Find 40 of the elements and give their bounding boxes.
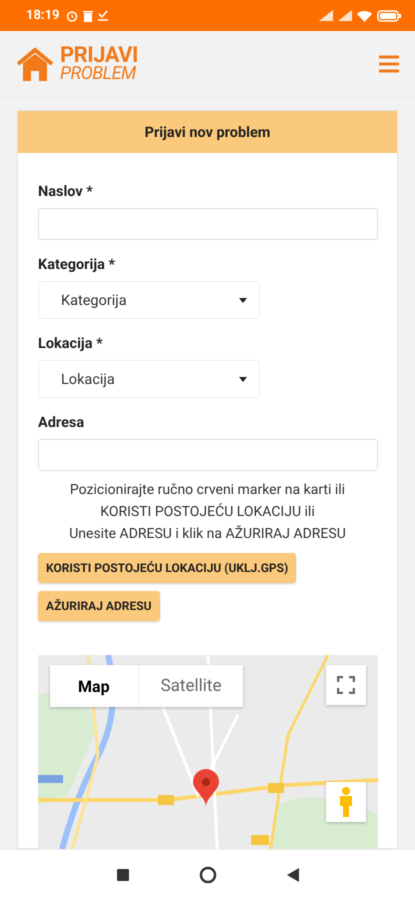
dropdown[interactable]: Lokacija bbox=[38, 360, 260, 398]
circle-icon bbox=[198, 866, 216, 884]
instruction-text: Pozicionirajte ručno crveni marker na karti ili bbox=[68, 481, 346, 500]
input-field[interactable] bbox=[38, 439, 378, 471]
action-button[interactable]: KORISTI POSTOJEĆU LOKACIJU (UKLJ.GPS) bbox=[38, 553, 296, 583]
instruction-text: KORISTI POSTOJEĆU LOKACIJU ili bbox=[99, 502, 316, 522]
caret-icon bbox=[239, 298, 247, 302]
map-type-tab[interactable]: Map bbox=[50, 665, 139, 707]
fullscreen-button[interactable] bbox=[326, 665, 366, 705]
trash-icon bbox=[82, 10, 92, 22]
back-button[interactable] bbox=[286, 868, 298, 882]
action-button[interactable]: AŽURIRAJ ADRESU bbox=[38, 591, 160, 621]
map-marker-icon bbox=[193, 769, 219, 807]
instruction-text: Unesite ADRESU i klik na AŽURIRAJ ADRESU bbox=[68, 524, 347, 544]
download-icon bbox=[98, 10, 108, 21]
field-label: Adresa bbox=[38, 414, 86, 431]
dropdown[interactable]: Kategorija bbox=[38, 281, 260, 319]
person-icon bbox=[337, 787, 355, 817]
menu-icon bbox=[379, 55, 399, 73]
signal-icon bbox=[319, 10, 333, 21]
map-type-tab[interactable]: Satellite bbox=[138, 665, 244, 707]
logo-title: PRIJAVI bbox=[60, 46, 138, 66]
logo-subtitle: PROBLEM bbox=[60, 66, 137, 82]
field-label: Kategorija * bbox=[38, 256, 116, 273]
home-button[interactable] bbox=[198, 866, 216, 884]
house-icon bbox=[16, 46, 54, 81]
field-label: Naslov * bbox=[38, 183, 94, 200]
caret-icon bbox=[239, 376, 247, 382]
signal-icon bbox=[338, 10, 352, 21]
fullscreen-icon bbox=[337, 676, 355, 694]
square-icon bbox=[116, 869, 128, 881]
alarm-icon bbox=[66, 10, 78, 22]
back-icon bbox=[286, 868, 298, 882]
input-field[interactable] bbox=[38, 208, 378, 240]
card-title: Prijavi nov problem bbox=[18, 111, 397, 153]
battery-icon bbox=[377, 10, 401, 22]
field-label: Lokacija * bbox=[38, 335, 104, 352]
wifi-icon bbox=[357, 10, 372, 22]
status-time: 18:19 bbox=[26, 8, 60, 23]
recents-button[interactable] bbox=[116, 869, 128, 881]
